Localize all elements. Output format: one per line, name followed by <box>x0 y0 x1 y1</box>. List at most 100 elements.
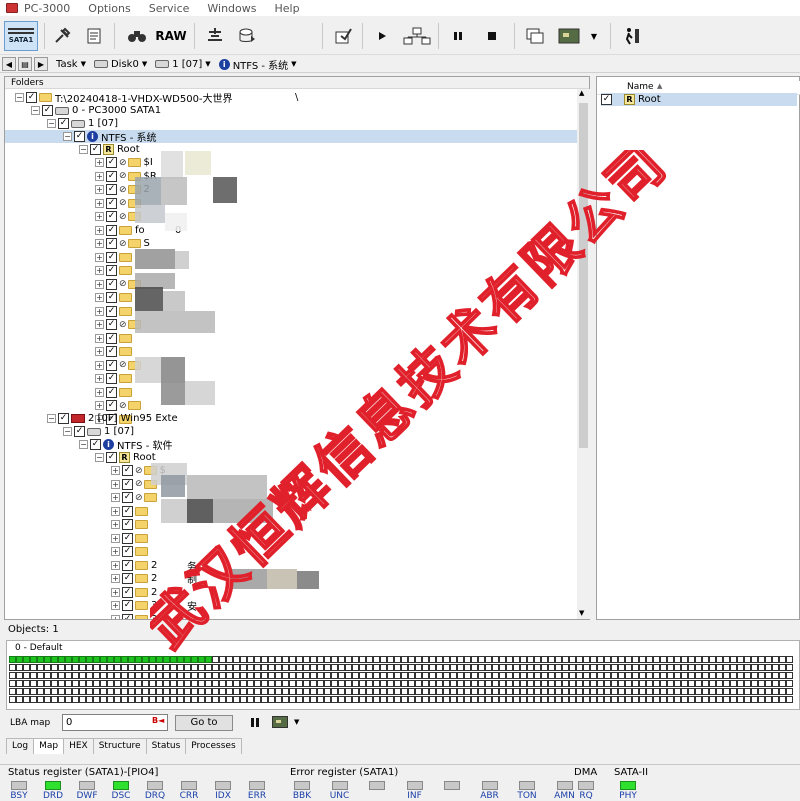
tree-node[interactable]: + ✓ 3 <box>111 613 157 619</box>
checkbox[interactable]: ✓ <box>122 600 133 611</box>
tree-node[interactable]: + ✓ <box>95 386 135 399</box>
expand-icon[interactable]: + <box>95 306 104 316</box>
tree-node[interactable]: − ✓ 2 [0F] Win95 Exte <box>47 412 178 425</box>
tree-node[interactable]: + ✓ <box>111 532 151 545</box>
tree-node[interactable]: + ✓ <box>95 264 135 277</box>
menu-help[interactable]: Help <box>275 2 300 15</box>
checkbox[interactable]: ✓ <box>26 92 37 103</box>
tree-node[interactable]: − ✓ R Root <box>95 451 156 464</box>
checkbox[interactable]: ✓ <box>106 305 117 317</box>
tree-node[interactable]: + ✓ ⊘ $I <box>95 156 153 169</box>
forward-button[interactable]: ▶ <box>34 57 48 71</box>
collapse-icon[interactable]: − <box>47 414 56 423</box>
checkbox[interactable]: ✓ <box>106 400 117 411</box>
tree-node[interactable]: + ✓ <box>111 518 151 531</box>
expand-icon[interactable]: + <box>95 279 104 289</box>
binoculars-icon[interactable] <box>124 21 150 51</box>
number-format-icon[interactable]: B◄ <box>152 716 164 725</box>
checkbox[interactable]: ✓ <box>42 105 53 116</box>
expand-icon[interactable]: + <box>111 493 120 502</box>
checkbox[interactable]: ✓ <box>122 573 133 584</box>
expand-icon[interactable]: + <box>111 520 120 529</box>
collapse-icon[interactable]: − <box>63 132 72 141</box>
expand-icon[interactable]: + <box>95 252 104 262</box>
collapse-icon[interactable]: − <box>95 453 104 462</box>
pause-icon[interactable] <box>448 21 468 51</box>
raw-button[interactable]: RAW <box>154 21 188 51</box>
checkbox[interactable]: ✓ <box>122 465 133 476</box>
checkbox[interactable]: ✓ <box>106 373 117 384</box>
checkbox[interactable]: ✓ <box>122 586 133 598</box>
collapse-icon[interactable]: − <box>15 93 24 102</box>
tree-node[interactable]: + ✓ ⊘ <box>111 491 160 504</box>
collapse-icon[interactable]: − <box>79 440 88 449</box>
pause-icon[interactable] <box>250 717 260 731</box>
checkbox[interactable]: ✓ <box>106 386 117 398</box>
play-icon[interactable] <box>372 21 392 51</box>
breadcrumb-task[interactable]: Task ▼ <box>56 59 86 70</box>
database-icon[interactable] <box>234 21 260 51</box>
goto-button[interactable]: Go to <box>175 715 233 731</box>
checkbox[interactable]: ✓ <box>106 265 117 276</box>
checkbox[interactable]: ✓ <box>106 251 117 263</box>
tree-node[interactable]: + ✓ 2 <box>111 559 157 572</box>
disk-stack-icon[interactable] <box>202 21 228 51</box>
checkbox[interactable]: ✓ <box>122 559 133 571</box>
tree-node[interactable]: − ✓ 0 - PC3000 SATA1 <box>31 104 161 117</box>
menu-service[interactable]: Service <box>149 2 190 15</box>
checkbox[interactable]: ✓ <box>122 492 133 503</box>
checkbox[interactable]: ✓ <box>106 332 117 344</box>
checkbox[interactable]: ✓ <box>122 505 133 517</box>
checkbox[interactable]: ✓ <box>106 197 117 209</box>
menu-options[interactable]: Options <box>88 2 130 15</box>
breadcrumb-partition[interactable]: 1 [07] ▼ <box>155 59 211 70</box>
tree-node[interactable]: − ✓ R Root <box>79 143 140 156</box>
checkbox[interactable]: ✓ <box>106 238 117 249</box>
expand-icon[interactable]: + <box>111 466 120 475</box>
checkbox[interactable]: ✓ <box>106 319 117 330</box>
expand-icon[interactable]: + <box>111 587 120 597</box>
expand-icon[interactable]: + <box>111 560 120 570</box>
tab-structure[interactable]: Structure <box>92 738 147 754</box>
checkbox[interactable]: ✓ <box>122 519 133 530</box>
tree-node[interactable]: + ✓ <box>95 305 135 318</box>
tree-node[interactable]: + ✓ <box>95 251 135 264</box>
stop-icon[interactable] <box>482 21 502 51</box>
list-item[interactable]: ✓ R Root <box>601 93 797 106</box>
tree-node[interactable]: − ✓ i NTFS - 软件 <box>79 438 172 452</box>
scrollbar-thumb[interactable] <box>579 103 588 448</box>
expand-icon[interactable]: + <box>95 158 104 167</box>
checkbox[interactable]: ✓ <box>74 131 85 142</box>
checkbox[interactable]: ✓ <box>106 157 117 168</box>
expand-icon[interactable]: + <box>111 547 120 556</box>
checkbox[interactable]: ✓ <box>74 426 85 437</box>
checkbox[interactable]: ✓ <box>106 346 117 357</box>
expand-icon[interactable]: + <box>95 171 104 181</box>
checkbox[interactable]: ✓ <box>122 478 133 490</box>
checkbox[interactable]: ✓ <box>106 359 117 371</box>
folder-tree[interactable]: − ✓ T:\20240418-1-VHDX-WD500-大世界 \ − ✓ 0 - PC3… <box>5 89 577 619</box>
tab-log[interactable]: Log <box>6 738 35 754</box>
tree-node[interactable]: + ✓ <box>111 505 151 518</box>
collapse-icon[interactable]: − <box>47 119 56 128</box>
expand-icon[interactable]: + <box>111 614 120 619</box>
expand-icon[interactable]: + <box>95 293 104 302</box>
expand-icon[interactable]: + <box>95 225 104 235</box>
checkbox[interactable]: ✓ <box>106 184 117 195</box>
checkbox[interactable]: ✓ <box>106 211 117 222</box>
tree-node[interactable]: − ✓ i NTFS - 系统 <box>5 130 577 144</box>
sata1-button[interactable]: SATA1 <box>4 21 38 51</box>
tree-node[interactable]: + ✓ <box>95 372 135 385</box>
chevron-down-icon[interactable]: ▼ <box>294 718 299 726</box>
scroll-up-icon[interactable]: ▲ <box>579 89 584 97</box>
checkbox[interactable]: ✓ <box>106 452 117 463</box>
tools-icon[interactable] <box>50 21 74 51</box>
tree-node[interactable]: + ✓ <box>95 345 135 358</box>
expand-icon[interactable]: + <box>95 360 104 370</box>
expand-icon[interactable]: + <box>95 401 104 410</box>
checkbox[interactable]: ✓ <box>122 532 133 544</box>
exit-icon[interactable] <box>620 21 644 51</box>
checkbox[interactable]: ✓ <box>90 144 101 155</box>
expand-icon[interactable]: + <box>111 506 120 516</box>
expand-icon[interactable]: + <box>95 333 104 343</box>
